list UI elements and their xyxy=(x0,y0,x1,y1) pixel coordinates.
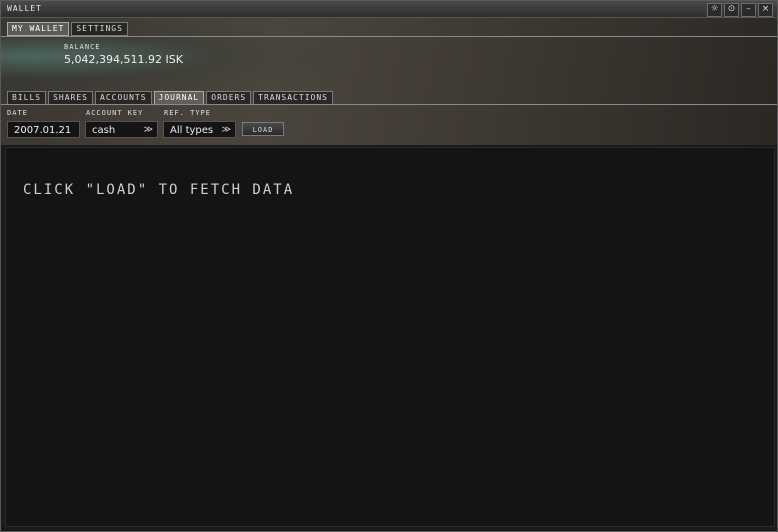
tab-orders[interactable]: ORDERS xyxy=(206,91,252,105)
close-icon[interactable]: × xyxy=(758,3,773,17)
subtab-divider xyxy=(1,104,777,105)
tab-my-wallet[interactable]: MY WALLET xyxy=(7,22,70,36)
window-title: WALLET xyxy=(7,4,42,13)
journal-content: CLICK "LOAD" TO FETCH DATA xyxy=(5,147,775,527)
chevron-down-icon: ≫ xyxy=(221,125,231,135)
tab-transactions[interactable]: TRANSACTIONS xyxy=(253,91,333,105)
tab-accounts[interactable]: ACCOUNTS xyxy=(95,91,152,105)
account-key-select[interactable]: cash ≫ xyxy=(85,121,158,138)
ref-type-value: All types xyxy=(170,125,214,136)
wallet-window: WALLET ☼ ⊙ – × MY WALLET SETTINGS BALANC… xyxy=(0,0,778,532)
title-bar[interactable]: WALLET ☼ ⊙ – × xyxy=(1,1,777,18)
minimize-icon[interactable]: – xyxy=(741,3,756,17)
load-button[interactable]: LOAD xyxy=(242,122,284,136)
balance-label: BALANCE xyxy=(64,43,101,51)
date-input[interactable]: 2007.01.21 xyxy=(7,121,80,138)
account-key-value: cash xyxy=(92,125,116,136)
info-icon[interactable]: ⊙ xyxy=(724,3,739,17)
chevron-down-icon: ≫ xyxy=(143,125,153,135)
balance-value: 5,042,394,511.92 ISK xyxy=(64,53,183,66)
empty-state-message: CLICK "LOAD" TO FETCH DATA xyxy=(23,182,295,198)
sub-tab-bar: BILLS SHARES ACCOUNTS JOURNAL ORDERS TRA… xyxy=(7,91,333,105)
tab-divider xyxy=(1,36,777,37)
tab-journal[interactable]: JOURNAL xyxy=(153,91,205,105)
top-tab-bar: MY WALLET SETTINGS xyxy=(7,22,128,36)
ref-type-label: REF. TYPE xyxy=(164,109,211,117)
window-controls: ☼ ⊙ – × xyxy=(707,3,773,17)
date-label: DATE xyxy=(7,109,28,117)
tab-bills[interactable]: BILLS xyxy=(7,91,47,105)
account-key-label: ACCOUNT KEY xyxy=(86,109,144,117)
pin-icon[interactable]: ☼ xyxy=(707,3,722,17)
tab-settings[interactable]: SETTINGS xyxy=(71,22,128,36)
tab-shares[interactable]: SHARES xyxy=(48,91,93,105)
ref-type-select[interactable]: All types ≫ xyxy=(163,121,236,138)
